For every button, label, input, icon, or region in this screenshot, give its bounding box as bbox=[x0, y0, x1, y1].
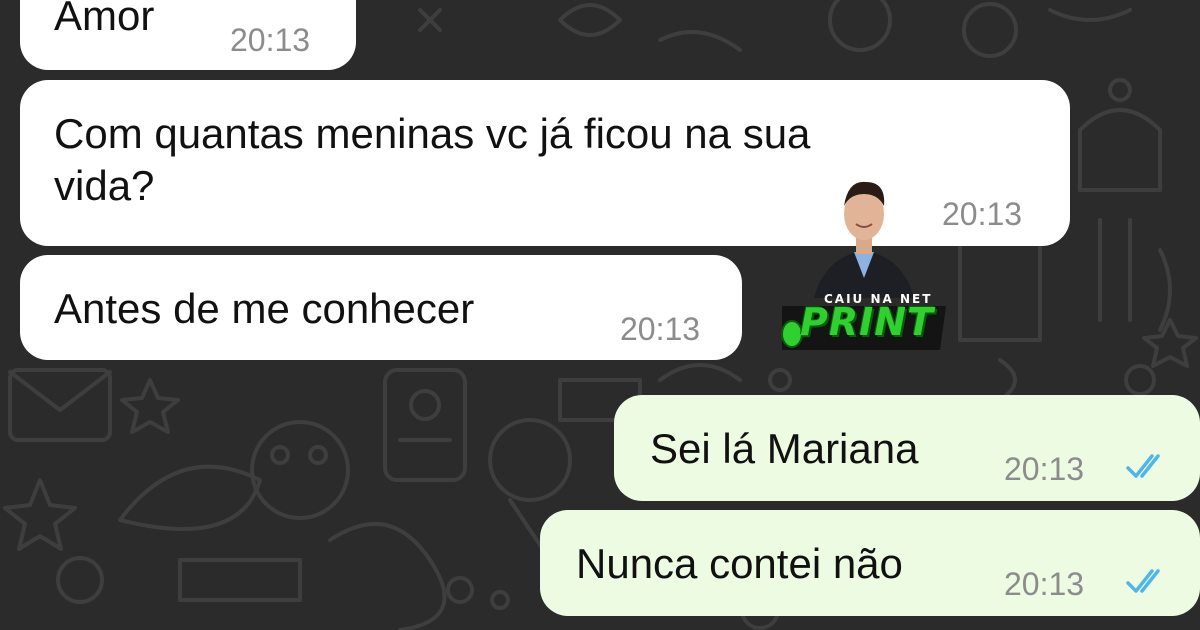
message-bubble-incoming[interactable]: Amor 20:13 bbox=[20, 0, 356, 70]
caiu-na-net-watermark: CAIU NA NET PRINT bbox=[774, 178, 954, 356]
message-timestamp: 20:13 bbox=[1004, 566, 1085, 602]
message-bubble-incoming[interactable]: Antes de me conhecer 20:13 bbox=[20, 255, 742, 360]
message-timestamp: 20:13 bbox=[230, 22, 311, 58]
message-text: Amor bbox=[54, 0, 155, 39]
message-text: Sei lá Mariana bbox=[650, 425, 919, 472]
read-double-check-icon bbox=[1126, 451, 1170, 486]
message-bubble-outgoing[interactable]: Sei lá Mariana 20:13 bbox=[614, 395, 1200, 501]
message-text: Nunca contei não bbox=[576, 540, 903, 587]
message-timestamp: 20:13 bbox=[1004, 451, 1085, 487]
read-double-check-icon bbox=[1126, 566, 1170, 601]
message-text: Antes de me conhecer bbox=[54, 285, 475, 332]
message-timestamp: 20:13 bbox=[942, 196, 1023, 232]
watermark-brand: PRINT bbox=[800, 300, 934, 344]
message-bubble-outgoing[interactable]: Nunca contei não 20:13 bbox=[540, 510, 1200, 616]
message-timestamp: 20:13 bbox=[620, 311, 701, 347]
